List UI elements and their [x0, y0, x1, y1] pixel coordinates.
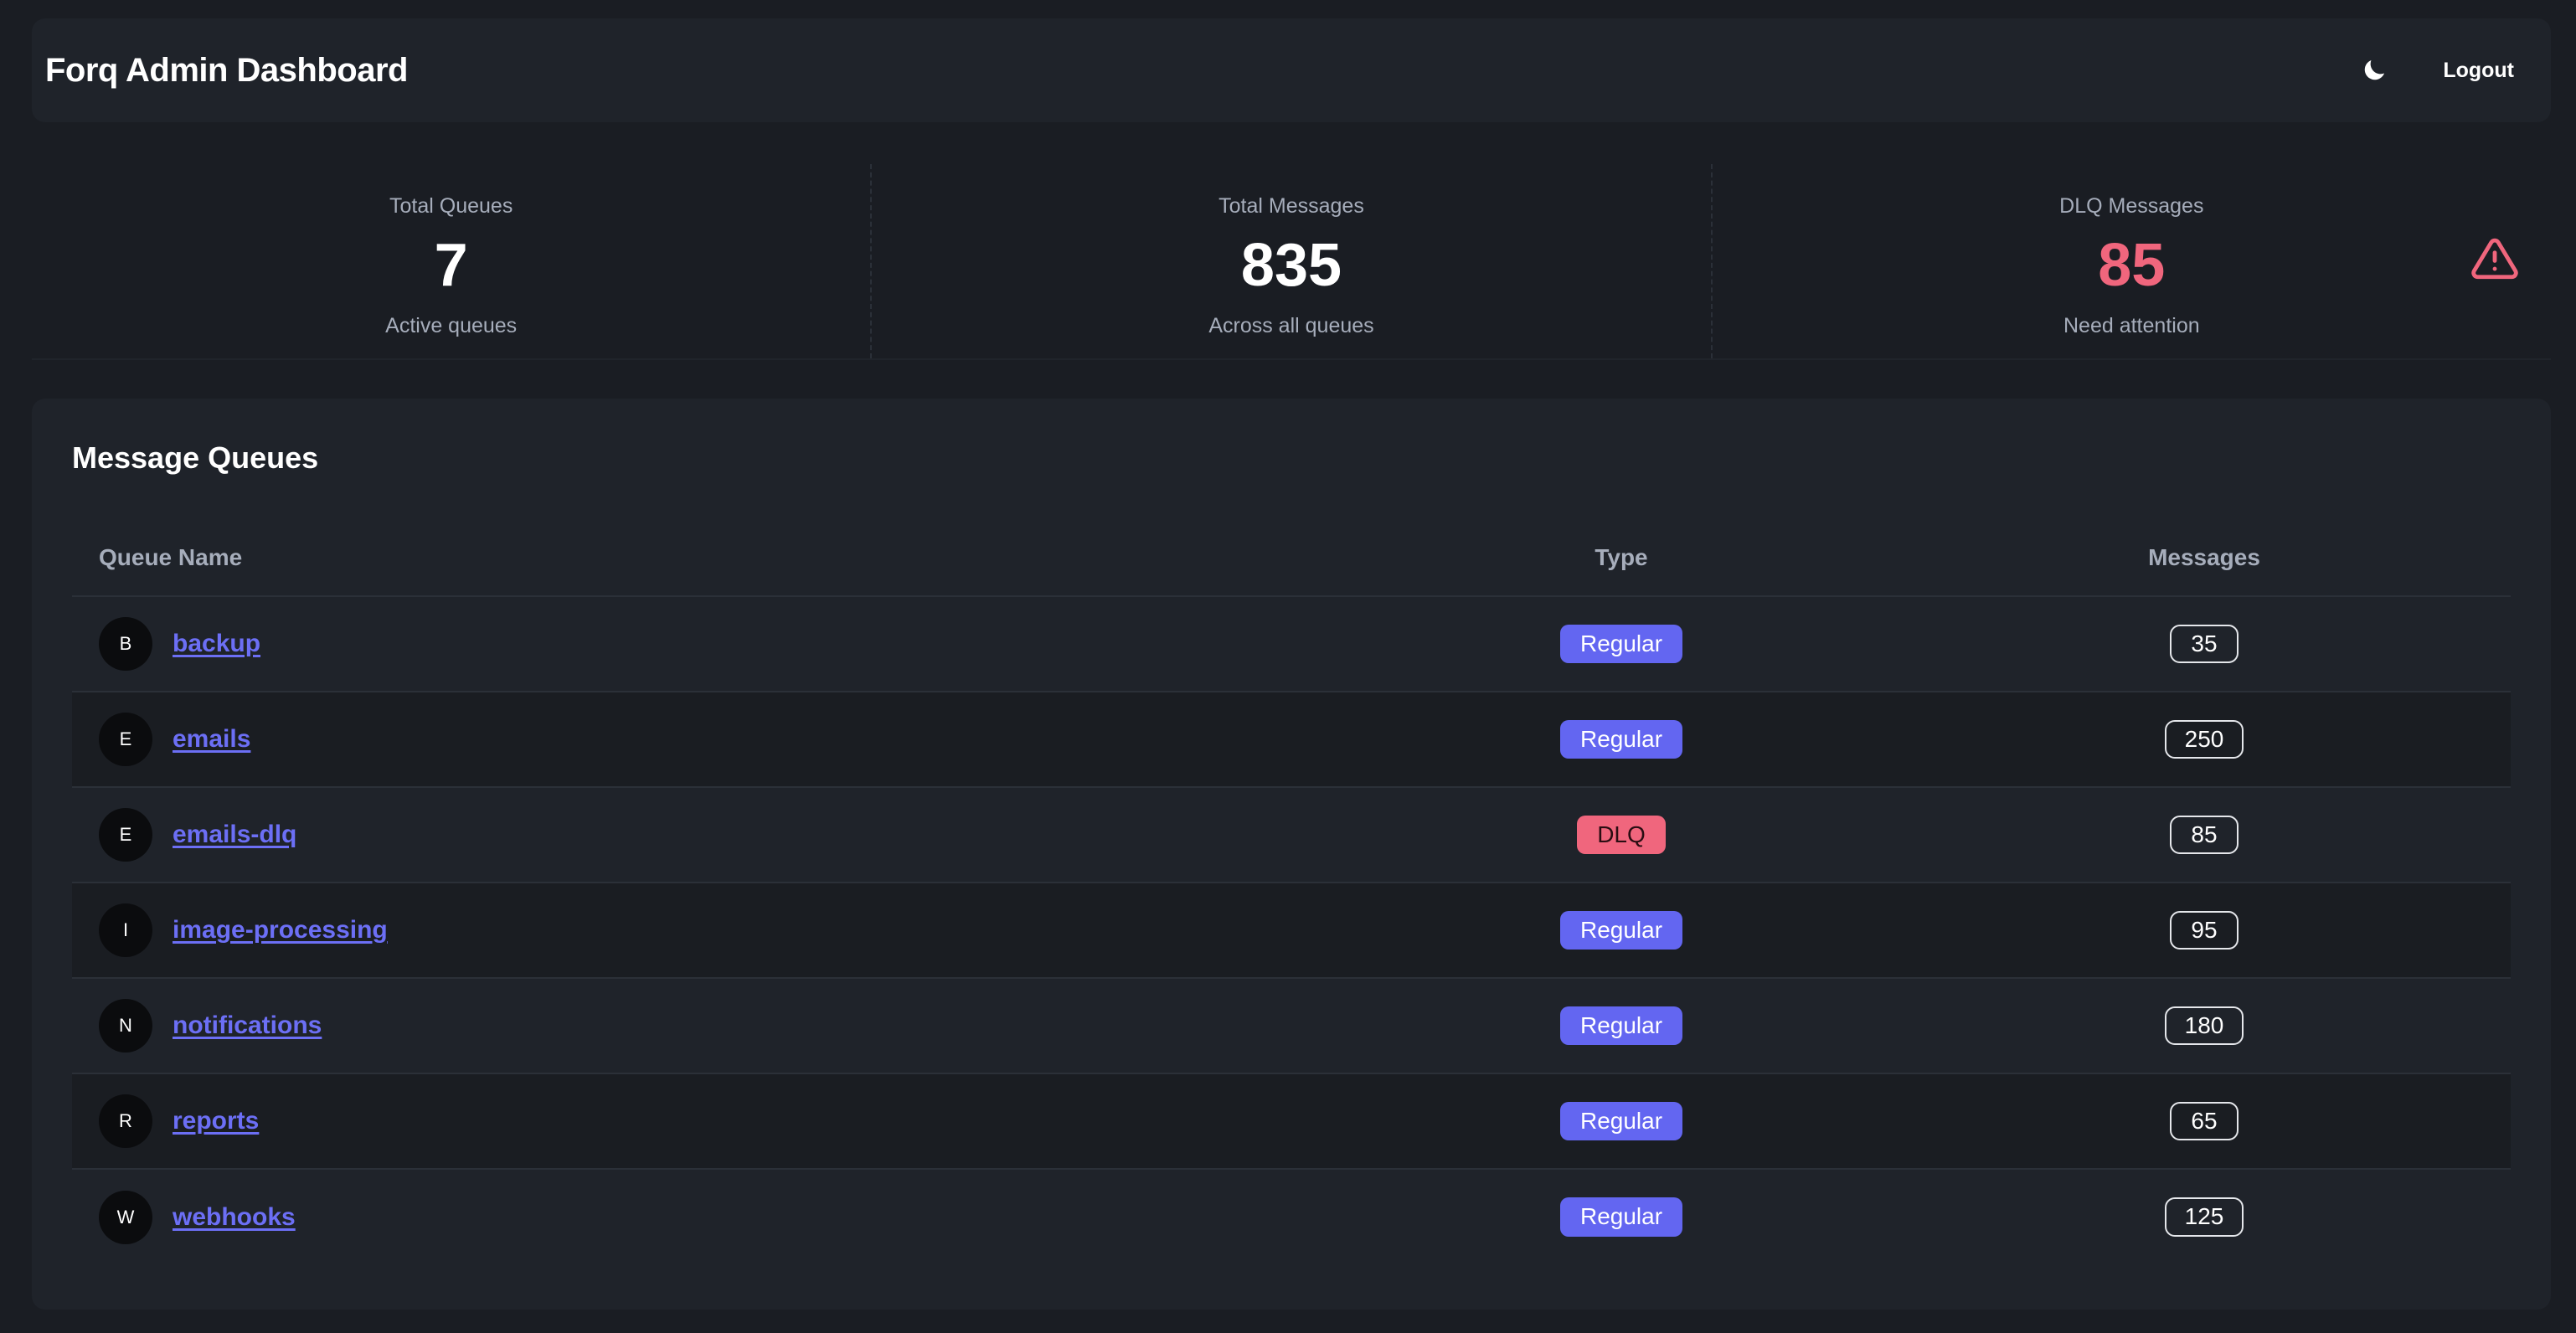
stat-total-queues: Total Queues 7 Active queues: [32, 164, 870, 358]
queue-link-image-processing[interactable]: image-processing: [173, 916, 388, 944]
stat-label: DLQ Messages: [2059, 194, 2204, 218]
stats-panel: Total Queues 7 Active queues Total Messa…: [32, 164, 2551, 360]
avatar: R: [99, 1094, 152, 1148]
stat-dlq-messages: DLQ Messages 85 Need attention: [1710, 164, 2551, 358]
stat-desc: Across all queues: [1208, 314, 1374, 337]
stat-total-messages: Total Messages 835 Across all queues: [870, 164, 1710, 358]
stat-desc: Active queues: [385, 314, 518, 337]
queue-link-emails[interactable]: emails: [173, 725, 250, 754]
stat-desc: Need attention: [2063, 314, 2200, 337]
message-queues-card: Message Queues Queue Name Type Messages …: [32, 399, 2551, 1310]
avatar: W: [99, 1190, 152, 1244]
table-row: E emails-dlq DLQ 85: [72, 787, 2511, 883]
navbar: Forq Admin Dashboard Logout: [32, 18, 2551, 122]
type-badge: Regular: [1559, 1197, 1683, 1237]
type-badge: Regular: [1559, 719, 1683, 759]
table-row: R reports Regular 65: [72, 1073, 2511, 1169]
type-badge: Regular: [1559, 1101, 1683, 1141]
queue-link-notifications[interactable]: notifications: [173, 1011, 322, 1040]
table-header-row: Queue Name Type Messages: [72, 519, 2511, 597]
avatar: I: [99, 903, 152, 957]
message-count-badge: 125: [2164, 1197, 2244, 1237]
stat-value: 7: [434, 232, 468, 299]
queues-table: Queue Name Type Messages B backup Regula…: [72, 519, 2511, 1264]
message-count-badge: 250: [2164, 719, 2244, 759]
type-badge-dlq: DLQ: [1577, 815, 1666, 855]
stat-label: Total Queues: [389, 194, 513, 218]
message-count-badge: 35: [2170, 624, 2239, 664]
table-row: N notifications Regular 180: [72, 978, 2511, 1073]
type-badge: Regular: [1559, 1006, 1683, 1046]
queue-link-webhooks[interactable]: webhooks: [173, 1203, 296, 1232]
avatar: E: [99, 808, 152, 862]
section-title: Message Queues: [72, 440, 319, 475]
message-count-badge: 65: [2170, 1101, 2239, 1141]
table-row: I image-processing Regular 95: [72, 883, 2511, 978]
avatar: E: [99, 713, 152, 766]
app-title: Forq Admin Dashboard: [45, 51, 408, 89]
nav-actions: Logout: [2356, 50, 2526, 91]
logout-button[interactable]: Logout: [2431, 50, 2526, 91]
theme-toggle-button[interactable]: [2356, 52, 2393, 89]
queue-link-emails-dlq[interactable]: emails-dlq: [173, 821, 296, 849]
message-count-badge: 180: [2164, 1006, 2244, 1046]
avatar: B: [99, 617, 152, 671]
stat-label: Total Messages: [1218, 194, 1364, 218]
stat-value: 85: [2098, 232, 2166, 299]
warning-triangle-icon: [2471, 238, 2518, 280]
column-header-messages: Messages: [1898, 519, 2511, 597]
table-row: W webhooks Regular 125: [72, 1169, 2511, 1264]
column-header-type: Type: [1345, 519, 1898, 597]
type-badge: Regular: [1559, 624, 1683, 664]
stat-value: 835: [1240, 232, 1342, 299]
queue-link-reports[interactable]: reports: [173, 1107, 259, 1135]
column-header-queue-name: Queue Name: [72, 519, 1345, 597]
moon-icon: [2365, 59, 2385, 80]
avatar: N: [99, 999, 152, 1053]
message-count-badge: 85: [2170, 815, 2239, 855]
table-row: E emails Regular 250: [72, 692, 2511, 787]
message-count-badge: 95: [2170, 910, 2239, 950]
queue-link-backup[interactable]: backup: [173, 630, 260, 658]
table-row: B backup Regular 35: [72, 596, 2511, 692]
type-badge: Regular: [1559, 910, 1683, 950]
